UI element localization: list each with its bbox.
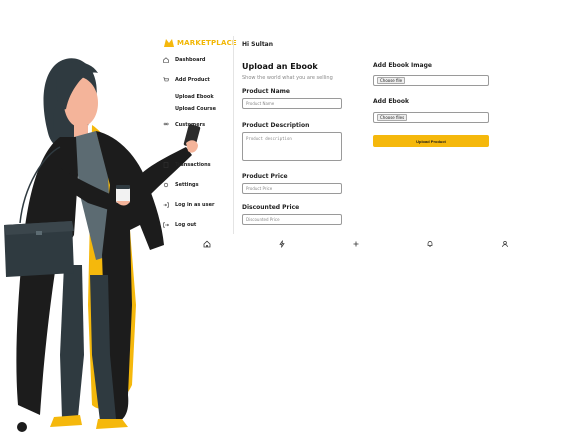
ebook-label: Add Ebook: [373, 98, 409, 105]
page-subtitle: Show the world what you are selling: [242, 75, 333, 81]
sidebar-item-settings[interactable]: Settings: [163, 182, 199, 188]
choose-files-button[interactable]: Choose files: [377, 114, 408, 121]
app-logo[interactable]: MARKETPLACE: [163, 37, 237, 49]
sidebar-divider: [233, 36, 234, 234]
logout-icon: [163, 222, 169, 228]
sidebar-item-customers[interactable]: Customers: [163, 122, 205, 128]
user-icon[interactable]: [501, 240, 509, 248]
sidebar-subitem-upload-course[interactable]: Upload Course: [175, 106, 216, 112]
sidebar-item-add-product[interactable]: Add Product: [163, 77, 210, 83]
user-greeting: Hi Sultan: [242, 41, 274, 48]
product-description-label: Product Description: [242, 122, 310, 129]
cart-icon: [163, 77, 169, 82]
product-price-label: Product Price: [242, 173, 288, 180]
home-icon[interactable]: [203, 240, 211, 248]
users-icon: [163, 122, 169, 126]
sidebar-item-transactions[interactable]: Transactions: [163, 162, 211, 168]
sidebar-item-label: Dashboard: [175, 57, 206, 63]
sidebar-item-label: Customers: [175, 122, 206, 128]
page-title: Upload an Ebook: [242, 62, 318, 71]
login-icon: [163, 202, 169, 208]
home-icon: [163, 57, 169, 63]
discounted-price-label: Discounted Price: [242, 204, 300, 211]
plus-icon[interactable]: [352, 240, 360, 248]
sidebar-item-label: Settings: [175, 182, 199, 188]
bell-icon[interactable]: [426, 240, 434, 248]
product-name-input[interactable]: Product Name: [242, 98, 342, 109]
receipt-icon: [163, 162, 169, 168]
gear-icon: [163, 182, 169, 188]
sidebar-subitem-upload-ebook[interactable]: Upload Ebook: [175, 94, 214, 100]
choose-file-button[interactable]: Choose file: [377, 77, 406, 84]
lightning-icon[interactable]: [278, 240, 286, 248]
discounted-price-input[interactable]: Discounted Price: [242, 214, 342, 225]
sidebar-item-label: Add Product: [175, 77, 210, 83]
sidebar-item-dashboard[interactable]: Dashboard: [163, 57, 206, 63]
sidebar-item-logout[interactable]: Log out: [163, 222, 196, 228]
ebook-file-input[interactable]: Choose files: [373, 112, 489, 123]
ebook-image-label: Add Ebook Image: [373, 62, 432, 69]
sidebar-item-label: Log out: [175, 222, 197, 228]
sidebar-item-label: Transactions: [175, 162, 211, 168]
product-name-label: Product Name: [242, 88, 290, 95]
ebook-image-file-input[interactable]: Choose file: [373, 75, 489, 86]
upload-product-button[interactable]: Upload Product: [373, 135, 489, 147]
logo-text: MARKETPLACE: [177, 39, 237, 47]
sidebar-item-label: Log in as user: [175, 202, 215, 208]
sidebar-item-login-as-user[interactable]: Log in as user: [163, 202, 214, 208]
product-description-textarea[interactable]: Product description: [242, 132, 342, 161]
product-price-input[interactable]: Product Price: [242, 183, 342, 194]
logo-icon: [164, 39, 174, 47]
